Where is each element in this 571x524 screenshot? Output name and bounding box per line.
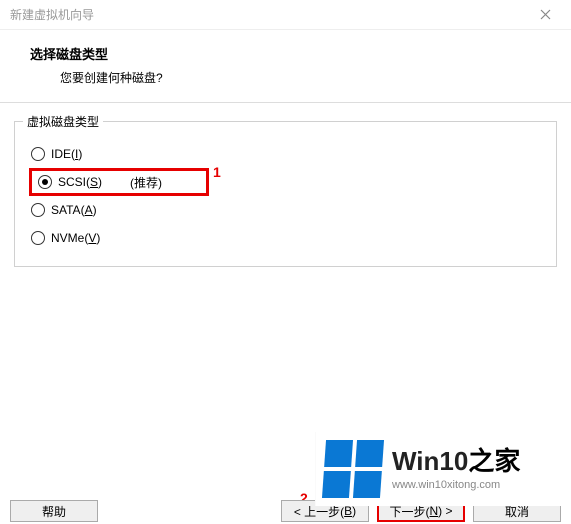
wizard-header: 选择磁盘类型 您要创建何种磁盘? <box>0 30 571 96</box>
radio-icon <box>31 147 45 161</box>
annotation-1: 1 <box>213 164 221 180</box>
close-icon[interactable] <box>527 3 563 27</box>
watermark-url: www.win10xitong.com <box>392 479 520 491</box>
radio-label-scsi: SCSI(S) <box>58 175 102 189</box>
windows-logo-icon <box>322 440 384 498</box>
window-title: 新建虚拟机向导 <box>10 6 527 23</box>
radio-label-nvme: NVMe(V) <box>51 231 100 245</box>
radio-row-scsi[interactable]: SCSI(S) (推荐) <box>29 168 209 196</box>
help-button[interactable]: 帮助 <box>10 500 98 522</box>
radio-extra-scsi: (推荐) <box>130 174 162 191</box>
radio-label-ide: IDE(I) <box>51 147 82 161</box>
watermark-text: Win10之家 www.win10xitong.com <box>392 447 520 492</box>
radio-row-sata[interactable]: SATA(A) <box>29 196 544 224</box>
wizard-content: 虚拟磁盘类型 1 IDE(I) SCSI(S) (推荐) SATA(A) <box>0 103 571 267</box>
back-mnemonic: B <box>344 504 352 518</box>
watermark-brand-prefix: Win10 <box>392 446 468 476</box>
radio-row-ide[interactable]: IDE(I) <box>29 140 544 168</box>
radio-icon <box>31 231 45 245</box>
title-bar: 新建虚拟机向导 <box>0 0 571 30</box>
page-subtitle: 您要创建何种磁盘? <box>60 69 551 86</box>
radio-icon <box>31 203 45 217</box>
watermark-brand-suffix: 之家 <box>468 446 520 476</box>
next-suffix: ) > <box>438 504 452 518</box>
disk-type-group: 虚拟磁盘类型 1 IDE(I) SCSI(S) (推荐) SATA(A) <box>14 121 557 267</box>
page-title: 选择磁盘类型 <box>30 44 551 63</box>
watermark: Win10之家 www.win10xitong.com <box>315 432 571 506</box>
back-suffix: ) <box>352 504 356 518</box>
radio-icon <box>38 175 52 189</box>
next-mnemonic: N <box>429 504 438 518</box>
radio-label-sata: SATA(A) <box>51 203 97 217</box>
radio-row-nvme[interactable]: NVMe(V) <box>29 224 544 252</box>
group-legend: 虚拟磁盘类型 <box>23 113 103 130</box>
